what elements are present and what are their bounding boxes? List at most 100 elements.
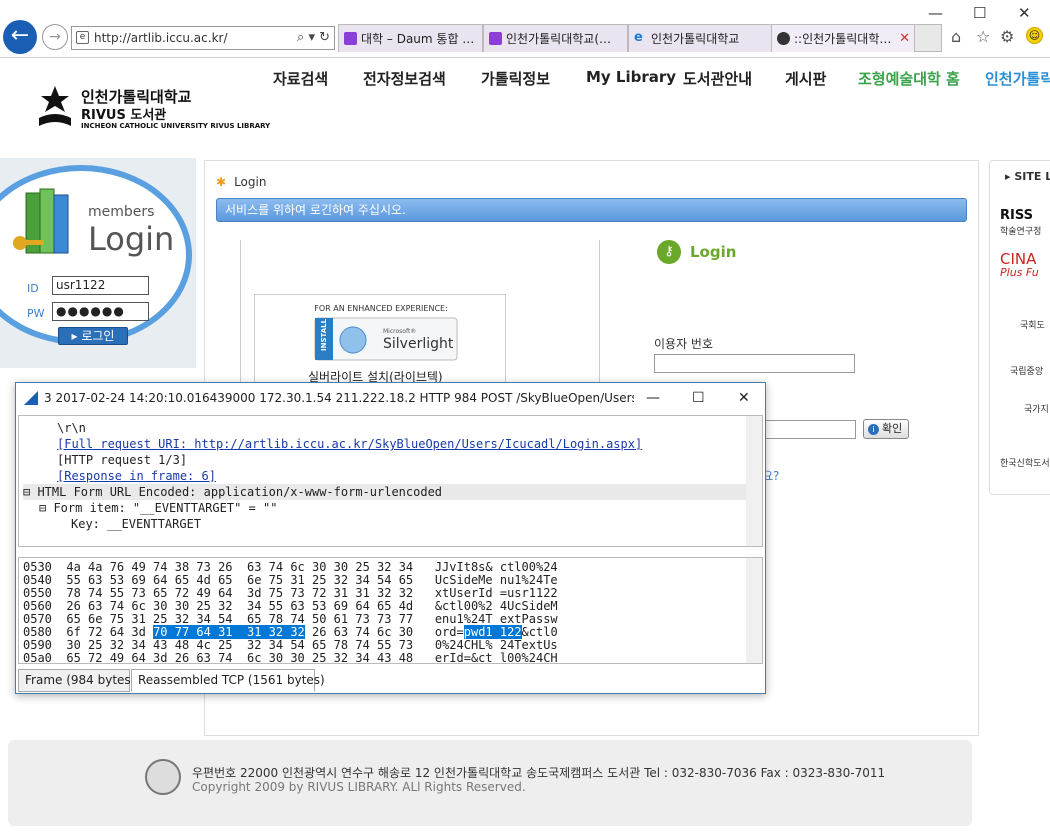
- tree-node-form-encoded[interactable]: ⊟ HTML Form URL Encoded: application/x-w…: [23, 484, 747, 500]
- tree-scrollbar[interactable]: [746, 416, 762, 546]
- silverlight-brand-text: Silverlight: [383, 336, 454, 352]
- nav-board[interactable]: 게시판: [785, 68, 826, 89]
- user-number-input[interactable]: [654, 354, 855, 373]
- login-section-heading: Login: [690, 243, 737, 261]
- home-icon[interactable]: ⌂: [951, 27, 961, 46]
- tree-link-response[interactable]: [Response in frame: 6]: [57, 468, 216, 484]
- id-input[interactable]: usr1122: [52, 276, 149, 295]
- ws-minimize-button[interactable]: —: [646, 383, 660, 413]
- packet-detail-window[interactable]: 3 2017-02-24 14:20:10.016439000 172.30.1…: [15, 382, 766, 694]
- tab-label: 인천가톨릭대학교: [651, 32, 740, 46]
- hex-bytes-selected: 70 77 64 31 31 32 32: [153, 625, 305, 639]
- password-input[interactable]: ●●●●●●: [52, 302, 149, 321]
- seal-favicon-icon: [777, 32, 790, 45]
- address-url: http://artlib.iccu.ac.kr/: [94, 31, 228, 45]
- hex-ascii: &ctl00%2 4UcSideM: [434, 599, 558, 613]
- nav-incheon-catholic[interactable]: 인천가톨릭: [985, 68, 1050, 89]
- site-link-national-assembly[interactable]: 국회도: [1020, 318, 1045, 331]
- tree-node-form-item[interactable]: ⊟ Form item: "__EVENTTARGET" = "": [39, 500, 277, 516]
- nav-art-college-home[interactable]: 조형예술대학 홈: [858, 68, 960, 89]
- new-tab-button[interactable]: [914, 24, 942, 52]
- site-link-national-library[interactable]: 국립중앙: [1010, 364, 1043, 377]
- library-emblem-icon: [39, 86, 71, 126]
- hex-bytes: 6f 72 64 3d: [66, 625, 154, 639]
- tab-incheon-1[interactable]: 인천가톨릭대학교(…: [483, 24, 628, 52]
- nav-eresources[interactable]: 전자정보검색: [363, 68, 446, 89]
- hex-ascii-selected: pwd1 122: [463, 625, 522, 639]
- tab-label: ::인천가톨릭대학…: [794, 32, 892, 46]
- site-header: 인천가톨릭대학교 RIVUS 도서관 INCHEON CATHOLIC UNIV…: [0, 58, 1050, 158]
- silverlight-install-text: INSTALL: [320, 318, 328, 351]
- logo-english: RIVUS 도서관: [81, 108, 167, 123]
- logo-subtitle: INCHEON CATHOLIC UNIVERSITY RIVUS LIBRAR…: [81, 122, 271, 130]
- page-icon: e: [76, 31, 89, 44]
- nav-my-library[interactable]: My Library: [586, 68, 676, 86]
- address-bar[interactable]: e http://artlib.iccu.ac.kr/ ⌕ ▾ ↻: [71, 26, 335, 50]
- maximize-button[interactable]: ☐: [973, 4, 986, 22]
- silverlight-install-banner[interactable]: FOR AN ENHANCED EXPERIENCE: INSTALL Micr…: [303, 296, 458, 362]
- hex-bytes: 4a 4a 76 49 74 38 73 26 63 74 6c 30 30 2…: [66, 560, 414, 574]
- nav-library-guide[interactable]: 도서관안내: [683, 68, 752, 89]
- login-heading: Login: [88, 220, 175, 258]
- hex-offset: 0530: [23, 560, 52, 574]
- tab-label: 인천가톨릭대학교(…: [506, 32, 612, 46]
- tree-link-full-uri[interactable]: [Full request URI: http://artlib.iccu.ac…: [57, 436, 642, 452]
- tab-incheon-active[interactable]: ::인천가톨릭대학… ✕: [771, 24, 916, 52]
- bullet-icon: ✱: [216, 175, 227, 189]
- tab-reassembled-tcp[interactable]: Reassembled TCP (1561 bytes): [131, 669, 325, 692]
- login-button[interactable]: ▸ 로그인: [58, 327, 128, 345]
- hex-ascii: ord=: [434, 625, 464, 639]
- minimize-button[interactable]: —: [928, 4, 943, 22]
- books-key-icon: [13, 188, 69, 254]
- tab-incheon-2[interactable]: e 인천가톨릭대학교: [628, 24, 773, 52]
- members-text: members: [88, 204, 155, 220]
- user-number-label: 이용자 번호: [654, 337, 714, 351]
- packet-tree-pane[interactable]: \r\n [Full request URI: http://artlib.ic…: [18, 415, 763, 547]
- tab-frame-bytes[interactable]: Frame (984 bytes): [18, 669, 135, 692]
- hex-offset: 0550: [23, 586, 52, 600]
- forward-button[interactable]: →: [42, 24, 68, 50]
- hex-offset: 05a0: [23, 651, 52, 664]
- hex-ascii: &ctl0: [521, 625, 558, 639]
- site-link-riss[interactable]: RISS: [1000, 208, 1033, 223]
- confirm-label: 확인: [882, 422, 903, 435]
- hex-row: 05a0 65 72 49 64 3d 26 63 74 6c 30 30 25…: [23, 652, 558, 664]
- university-seal-icon: [145, 759, 181, 795]
- hex-bytes: 26 63 74 6c 30 30 25 32 34 55 63 53 69 6…: [66, 599, 414, 613]
- hex-offset: 0570: [23, 612, 52, 626]
- hex-ascii: xtUserId =usr1122: [434, 586, 558, 600]
- hex-ascii: UcSideMe nu1%24Te: [434, 573, 558, 587]
- feedback-smiley-icon[interactable]: ☺: [1026, 27, 1043, 44]
- settings-gear-icon[interactable]: ⚙: [1000, 27, 1014, 46]
- ie-favicon-icon: e: [634, 30, 643, 45]
- search-refresh-icons[interactable]: ⌕ ▾ ↻: [297, 27, 330, 49]
- arrow-right-icon: →: [49, 29, 61, 45]
- page-title-text: Login: [234, 175, 267, 189]
- hex-bytes: 30 25 32 34 43 48 4c 25 32 34 54 65 78 7…: [66, 638, 414, 652]
- packet-window-title: 3 2017-02-24 14:20:10.016439000 172.30.1…: [44, 391, 634, 405]
- hex-offset: 0580: [23, 625, 52, 639]
- back-button[interactable]: ←: [3, 20, 37, 54]
- close-button[interactable]: ✕: [1018, 4, 1031, 22]
- hex-scrollbar[interactable]: [746, 558, 762, 663]
- ws-close-button[interactable]: ✕: [738, 383, 750, 413]
- hex-bytes: 26 63 74 6c 30: [304, 625, 414, 639]
- site-link-national-knowledge[interactable]: 국가지: [1024, 402, 1049, 415]
- pw-label: PW: [27, 307, 45, 320]
- daum-favicon-icon: [344, 32, 357, 45]
- hex-offset: 0560: [23, 599, 52, 613]
- tab-close-icon[interactable]: ✕: [899, 25, 910, 52]
- nav-catholic[interactable]: 가톨릭정보: [481, 68, 550, 89]
- id-label: ID: [27, 282, 39, 295]
- favorites-star-icon[interactable]: ☆: [976, 27, 990, 46]
- packet-window-titlebar[interactable]: 3 2017-02-24 14:20:10.016439000 172.30.1…: [16, 383, 765, 413]
- confirm-button[interactable]: i 확인: [863, 419, 909, 439]
- site-link-theology-library[interactable]: 한국신학도서: [1000, 456, 1050, 469]
- tab-daum[interactable]: 대학 – Daum 통합 …: [338, 24, 483, 52]
- hex-dump-pane[interactable]: 0530 4a 4a 76 49 74 38 73 26 63 74 6c 30…: [18, 557, 763, 664]
- footer-copyright: Copyright 2009 by RIVUS LIBRARY. ALl Rig…: [192, 780, 526, 794]
- nav-search[interactable]: 자료검색: [273, 68, 328, 89]
- tree-line: [HTTP request 1/3]: [57, 453, 188, 467]
- ws-maximize-button[interactable]: ☐: [692, 383, 705, 413]
- browser-chrome: — ☐ ✕ ← → e http://artlib.iccu.ac.kr/ ⌕ …: [0, 0, 1050, 58]
